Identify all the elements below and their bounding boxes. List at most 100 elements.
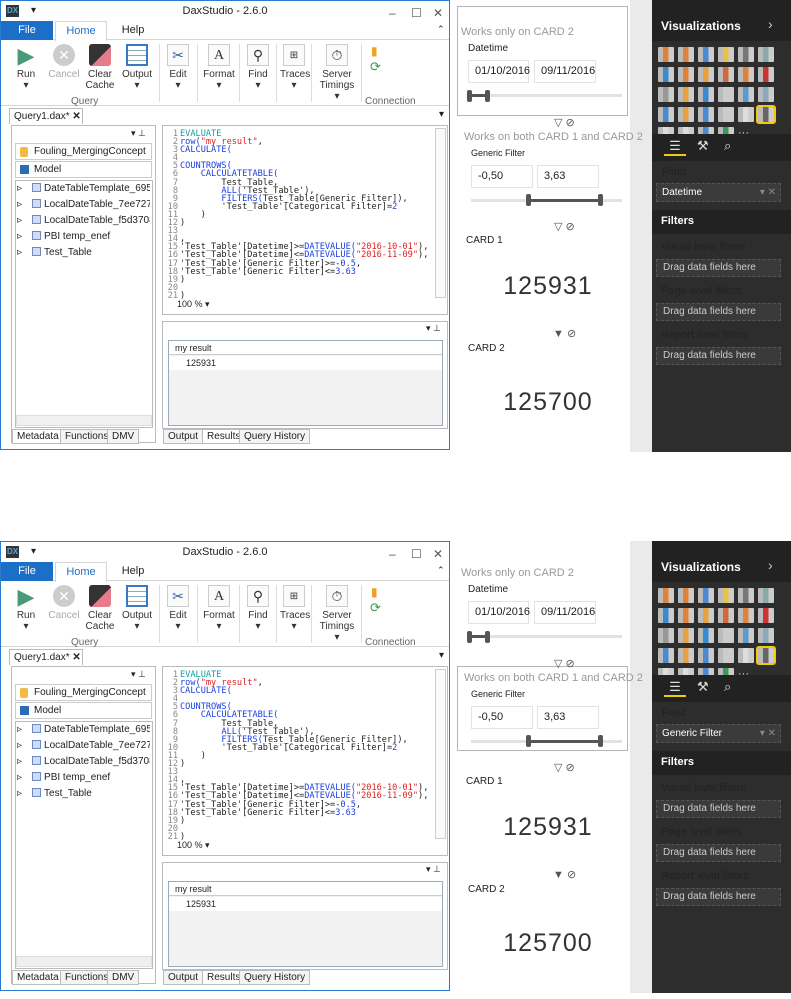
visual-type-icon[interactable] — [678, 87, 694, 102]
no-filter-icon[interactable]: ⊘ — [566, 658, 575, 670]
remove-field-icon[interactable]: ▾ ✕ — [760, 725, 776, 742]
no-filter-icon[interactable]: ⊘ — [567, 869, 576, 881]
analytics-magnifier-icon[interactable]: ⌕ — [724, 679, 731, 695]
visual-type-icon[interactable] — [738, 608, 754, 623]
tab-query-history[interactable]: Query History — [239, 429, 311, 444]
visual-type-icon[interactable] — [718, 47, 734, 62]
visual-type-icon[interactable] — [698, 87, 714, 102]
server-timings-button[interactable]: ⏱ Server Timings ▾ — [317, 585, 357, 643]
fields-tab-icon[interactable]: ☰ — [664, 138, 686, 156]
quick-access-icon[interactable]: ▾ — [31, 542, 36, 562]
visual-type-icon[interactable] — [698, 47, 714, 62]
close-tab-icon[interactable]: ✕ — [72, 652, 80, 663]
results-menu-icon[interactable]: ▾ ⊥ — [426, 323, 441, 334]
slicer1-to-input[interactable]: 09/11/2016 — [534, 60, 596, 83]
visual-type-icon[interactable] — [658, 47, 674, 62]
tab-home[interactable]: Home — [55, 21, 107, 41]
tab-dmv[interactable]: DMV — [107, 429, 140, 444]
visual-type-icon[interactable] — [756, 105, 776, 124]
edit-button[interactable]: ✂ Edit ▾ — [165, 585, 191, 632]
visual-type-icon[interactable] — [738, 107, 754, 122]
visual-type-icon[interactable] — [658, 588, 674, 603]
traces-button[interactable]: ⊞ Traces ▾ — [280, 585, 310, 632]
filter-icon[interactable]: ▼ — [553, 869, 564, 881]
maximize-icon[interactable]: ☐ — [411, 544, 422, 564]
visual-type-icon[interactable] — [718, 648, 734, 663]
remove-field-icon[interactable]: ▾ ✕ — [760, 184, 776, 201]
visual-filter-dropzone[interactable]: Drag data fields here — [656, 259, 781, 277]
visual-type-icon[interactable] — [678, 628, 694, 643]
visual-type-icon[interactable] — [758, 628, 774, 643]
slicer2-from-input[interactable]: -0,50 — [471, 165, 533, 188]
collapse-ribbon-icon[interactable]: ⌃ — [437, 565, 445, 576]
visual-type-icon[interactable] — [758, 608, 774, 623]
page-filter-dropzone[interactable]: Drag data fields here — [656, 303, 781, 321]
field-well[interactable]: Generic Filter ▾ ✕ — [656, 724, 781, 743]
database-dropdown[interactable]: Fouling_MergingConcept - — [15, 684, 152, 713]
visual-type-icon[interactable] — [738, 628, 754, 643]
zoom-select[interactable]: 100 % ▾ — [177, 840, 210, 851]
panel-menu-icon[interactable]: ▾ ⊥ — [131, 669, 146, 680]
visual-type-icon[interactable] — [738, 67, 754, 82]
tab-functions[interactable]: Functions — [60, 429, 114, 444]
visual-type-icon[interactable] — [658, 107, 674, 122]
format-button[interactable]: A Format ▾ — [203, 44, 235, 91]
quick-access-icon[interactable]: ▾ — [31, 1, 36, 21]
tree-item[interactable]: ▹ Test_Table — [17, 245, 150, 261]
visual-type-icon[interactable] — [758, 67, 774, 82]
report-filter-dropzone[interactable]: Drag data fields here — [656, 888, 781, 906]
result-cell[interactable]: 125931 — [169, 356, 442, 370]
tree-item[interactable]: ▹LocalDateTable_7ee727b3- — [17, 197, 150, 213]
visual-type-icon[interactable] — [658, 87, 674, 102]
edit-button[interactable]: ✂ Edit ▾ — [165, 44, 191, 91]
result-cell[interactable]: 125931 — [169, 897, 442, 911]
visual-type-icon[interactable] — [698, 608, 714, 623]
visual-type-icon[interactable] — [718, 628, 734, 643]
visual-type-icon[interactable] — [738, 648, 754, 663]
format-paint-roller-icon[interactable]: ⚒ — [697, 679, 709, 695]
results-menu-icon[interactable]: ▾ ⊥ — [426, 864, 441, 875]
slicer2-to-input[interactable]: 3,63 — [537, 165, 599, 188]
tree-item[interactable]: ▹LocalDateTable_f5d37088-9 — [17, 213, 150, 229]
tab-dmv[interactable]: DMV — [107, 970, 140, 985]
collapse-ribbon-icon[interactable]: ⌃ — [437, 24, 445, 35]
collapse-pane-icon[interactable]: › — [768, 557, 773, 573]
visual-type-icon[interactable] — [718, 87, 734, 102]
visual-type-icon[interactable] — [718, 588, 734, 603]
visual-type-icon[interactable] — [698, 648, 714, 663]
analytics-magnifier-icon[interactable]: ⌕ — [724, 138, 731, 154]
run-button[interactable]: ▶ Run ▾ — [11, 44, 41, 91]
visual-type-icon[interactable] — [758, 47, 774, 62]
filter-icon[interactable]: ▽ — [554, 762, 562, 774]
zoom-select[interactable]: 100 % ▾ — [177, 299, 210, 310]
slicer2-handle-max[interactable] — [598, 194, 603, 206]
slicer2-handle-min[interactable] — [526, 194, 531, 206]
visual-type-icon[interactable] — [718, 608, 734, 623]
find-button[interactable]: ⚲ Find ▾ — [245, 44, 271, 91]
tab-functions[interactable]: Functions — [60, 970, 114, 985]
minimize-icon[interactable]: – — [389, 3, 396, 23]
filter-icon[interactable]: ▽ — [554, 117, 562, 129]
slicer1-from-input[interactable]: 01/10/2016 — [468, 60, 530, 83]
visual-type-icon[interactable] — [678, 107, 694, 122]
cancel-button[interactable]: ✕ Cancel — [47, 44, 81, 80]
traces-button[interactable]: ⊞ Traces ▾ — [280, 44, 310, 91]
refresh-icon[interactable]: ⟳ — [370, 600, 381, 616]
no-filter-icon[interactable]: ⊘ — [567, 328, 576, 340]
server-timings-button[interactable]: ⏱ Server Timings ▾ — [317, 44, 357, 102]
filter-icon[interactable]: ▽ — [554, 221, 562, 233]
horizontal-scrollbar[interactable] — [16, 415, 152, 426]
close-tab-icon[interactable]: ✕ — [72, 111, 80, 122]
visual-type-icon[interactable] — [678, 67, 694, 82]
visual-type-icon[interactable] — [698, 628, 714, 643]
connect-icon[interactable]: ▮ — [371, 585, 378, 599]
tree-item[interactable]: ▹DateTableTemplate_695f49 — [17, 181, 150, 197]
format-button[interactable]: A Format ▾ — [203, 585, 235, 632]
collapse-pane-icon[interactable]: › — [768, 16, 773, 32]
slicer2-to-input[interactable]: 3,63 — [537, 706, 599, 729]
tree-item[interactable]: ▹ PBI temp_enef — [17, 229, 150, 245]
dax-code[interactable]: 1EVALUATE​2row("my result",​3CALCULATE(​… — [167, 671, 429, 842]
visual-type-icon[interactable] — [678, 648, 694, 663]
visual-type-icon[interactable] — [678, 47, 694, 62]
tab-file[interactable]: File — [1, 21, 53, 40]
